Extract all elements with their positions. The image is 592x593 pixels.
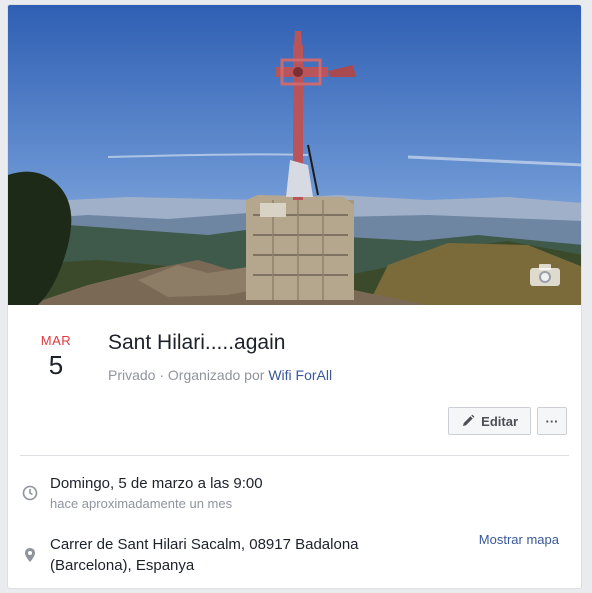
clock-icon bbox=[22, 485, 38, 501]
event-month: MAR bbox=[40, 333, 72, 348]
event-address-line1: Carrer de Sant Hilari Sacalm, 08917 Bada… bbox=[50, 536, 359, 553]
event-privacy: Privado · Organizado por bbox=[108, 367, 265, 383]
camera-icon[interactable] bbox=[529, 263, 561, 287]
event-title: Sant Hilari.....again bbox=[108, 331, 286, 354]
event-actions: Editar ··· bbox=[448, 407, 567, 435]
organizer-link[interactable]: Wifi ForAll bbox=[268, 367, 332, 383]
pencil-icon bbox=[463, 414, 475, 426]
event-meta: Privado · Organizado por Wifi ForAll bbox=[108, 367, 332, 383]
cover-image bbox=[8, 5, 581, 305]
divider bbox=[20, 455, 569, 456]
more-options-button[interactable]: ··· bbox=[537, 407, 567, 435]
event-time: Domingo, 5 de marzo a las 9:00 bbox=[50, 475, 263, 492]
event-address-line2: (Barcelona), Espanya bbox=[50, 557, 195, 574]
event-location-row: Carrer de Sant Hilari Sacalm, 08917 Bada… bbox=[20, 532, 569, 580]
event-date: MAR 5 bbox=[26, 333, 86, 380]
event-time-row: Domingo, 5 de marzo a las 9:00 hace apro… bbox=[20, 473, 569, 517]
edit-label: Editar bbox=[481, 413, 518, 429]
event-day: 5 bbox=[48, 350, 64, 380]
event-card: MAR 5 Sant Hilari.....again Privado · Or… bbox=[7, 4, 582, 589]
location-pin-icon bbox=[25, 548, 35, 562]
show-map-link[interactable]: Mostrar mapa bbox=[479, 532, 559, 547]
edit-button[interactable]: Editar bbox=[448, 407, 531, 435]
cover-photo[interactable] bbox=[8, 5, 581, 305]
event-time-relative: hace aproximadamente un mes bbox=[50, 496, 233, 511]
